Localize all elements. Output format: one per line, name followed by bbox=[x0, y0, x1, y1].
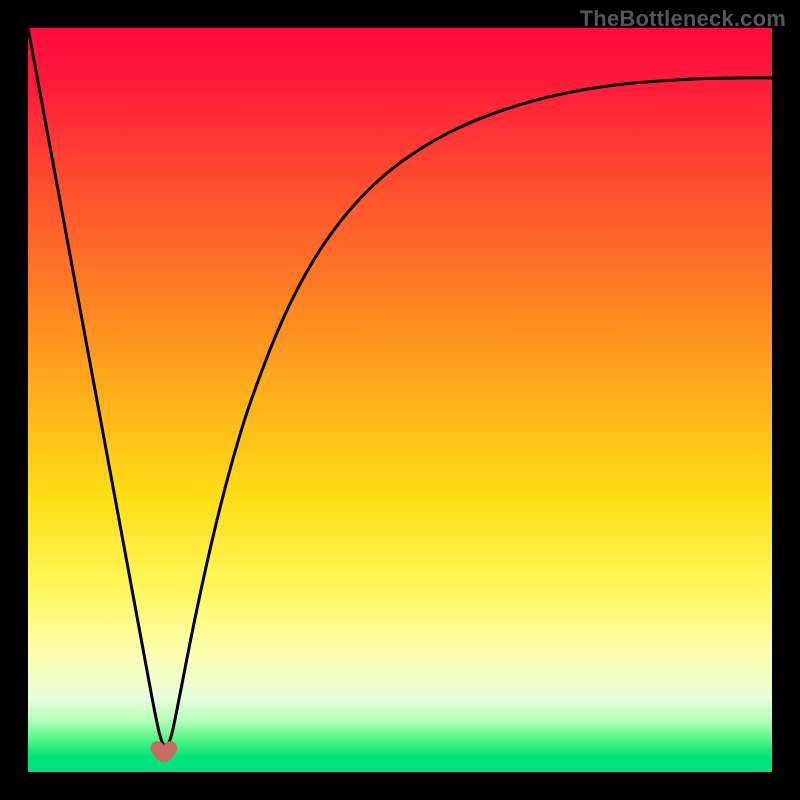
watermark-text: TheBottleneck.com bbox=[580, 6, 786, 32]
chart-frame: TheBottleneck.com bbox=[0, 0, 800, 800]
curve-layer bbox=[28, 28, 772, 772]
plot-area bbox=[28, 28, 772, 772]
bottleneck-curve bbox=[28, 28, 772, 746]
valley-connector bbox=[157, 751, 170, 757]
